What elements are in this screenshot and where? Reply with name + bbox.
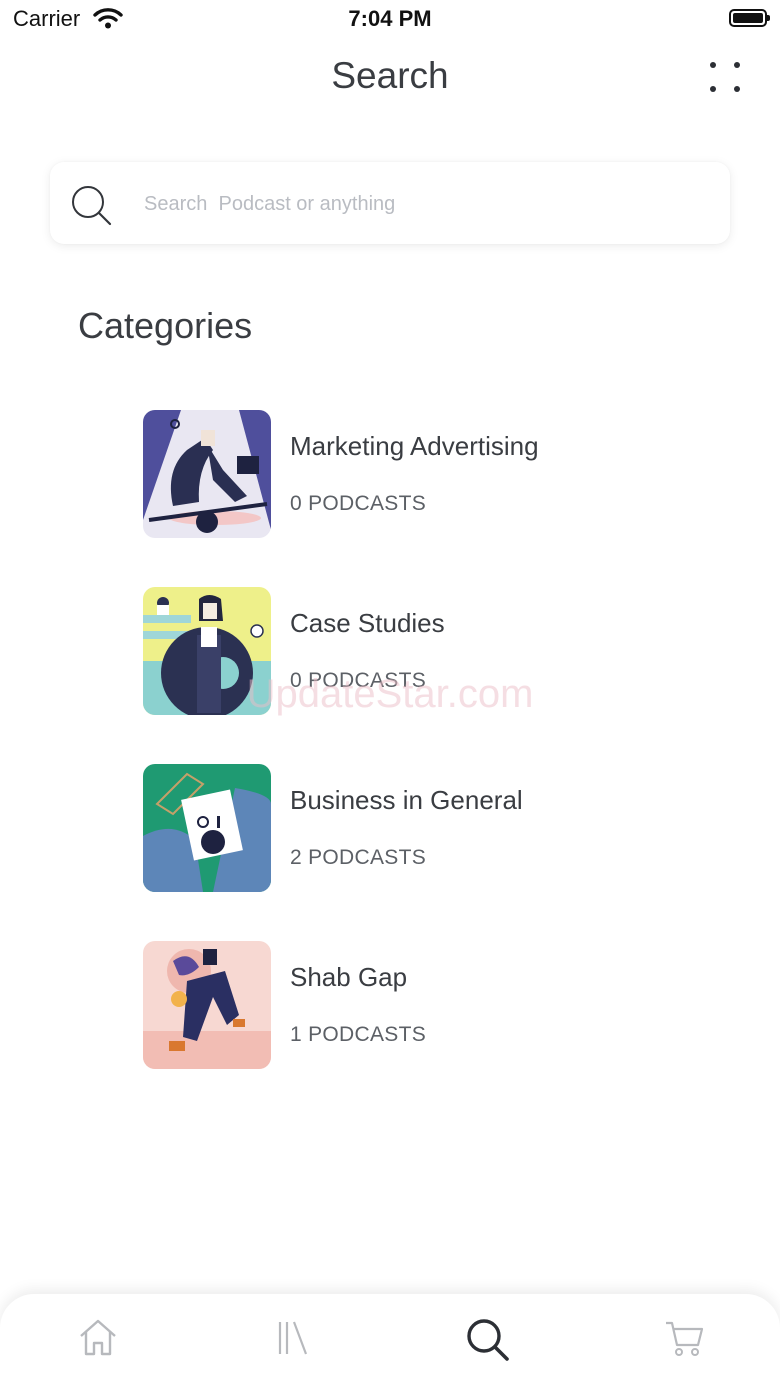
cart-icon	[666, 1321, 704, 1356]
category-podcast-count: 0 PODCASTS	[290, 492, 427, 515]
tab-cart[interactable]	[656, 1316, 712, 1364]
category-podcast-count: 1 PODCASTS	[290, 1023, 427, 1046]
category-thumbnail	[143, 941, 271, 1069]
search-icon	[467, 1319, 509, 1361]
more-dots-icon[interactable]	[704, 56, 748, 100]
battery-icon	[729, 9, 770, 27]
library-icon	[278, 1321, 308, 1355]
status-time: 7:04 PM	[348, 6, 432, 31]
category-name: Case Studies	[290, 608, 445, 638]
category-item-business-in-general[interactable]: Business in General 2 PODCASTS	[143, 764, 703, 892]
categories-heading: Categories	[78, 305, 253, 346]
category-name: Business in General	[290, 785, 523, 815]
home-icon	[80, 1319, 116, 1356]
category-item-shab-gap[interactable]: Shab Gap 1 PODCASTS	[143, 941, 703, 1069]
tab-library[interactable]	[264, 1316, 320, 1364]
category-thumbnail	[143, 764, 271, 892]
search-input[interactable]	[142, 184, 706, 224]
tab-bar	[0, 1294, 780, 1387]
category-podcast-count: 2 PODCASTS	[290, 846, 427, 869]
category-thumbnail	[143, 587, 271, 715]
category-list: Marketing Advertising 0 PODCASTS Case St…	[143, 410, 703, 1118]
tab-home[interactable]	[70, 1316, 126, 1364]
category-thumbnail	[143, 410, 271, 538]
search-icon	[70, 184, 112, 231]
tab-search[interactable]	[460, 1316, 516, 1364]
search-bar[interactable]	[50, 162, 730, 244]
category-name: Marketing Advertising	[290, 431, 539, 461]
category-podcast-count: 0 PODCASTS	[290, 669, 427, 692]
page-title: Search	[331, 55, 449, 96]
category-name: Shab Gap	[290, 962, 408, 992]
category-item-marketing-advertising[interactable]: Marketing Advertising 0 PODCASTS	[143, 410, 703, 538]
category-item-case-studies[interactable]: Case Studies 0 PODCASTS	[143, 587, 703, 715]
status-bar: Carrier 7:04 PM	[0, 0, 780, 40]
